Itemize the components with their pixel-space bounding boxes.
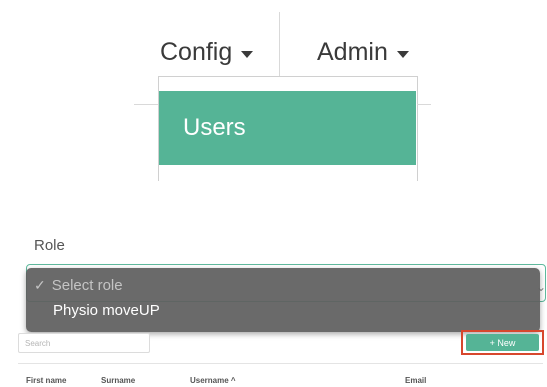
nav-config-menu[interactable]: Config (160, 38, 254, 67)
divider (134, 104, 158, 105)
menu-item-users[interactable]: Users (159, 91, 416, 165)
column-header-surname[interactable]: Surname (101, 376, 135, 385)
column-header-email[interactable]: Email (405, 376, 426, 385)
nav-admin-label: Admin (317, 38, 388, 66)
role-dropdown-list: ✓ Select role Physio moveUP (26, 268, 540, 332)
nav-divider (279, 12, 280, 76)
search-input[interactable] (18, 333, 150, 353)
role-label: Role (34, 237, 65, 254)
menu-item-users-label: Users (183, 114, 246, 141)
column-header-first-name[interactable]: First name (26, 376, 66, 385)
chevron-down-icon (396, 50, 409, 58)
table-divider (18, 363, 543, 364)
chevron-down-icon (241, 50, 254, 58)
role-option-physio-moveup[interactable]: Physio moveUP (53, 302, 160, 319)
new-user-button[interactable]: + New (466, 334, 539, 351)
role-option-label: Physio moveUP (53, 302, 160, 319)
role-option-label: Select role (51, 277, 123, 294)
nav-admin-menu[interactable]: Admin (317, 38, 409, 67)
column-header-username[interactable]: Username ^ (190, 376, 236, 385)
nav-config-label: Config (160, 38, 233, 66)
role-option-select-role[interactable]: ✓ Select role (34, 277, 123, 294)
divider (417, 104, 431, 105)
checkmark-icon: ✓ (34, 277, 46, 293)
